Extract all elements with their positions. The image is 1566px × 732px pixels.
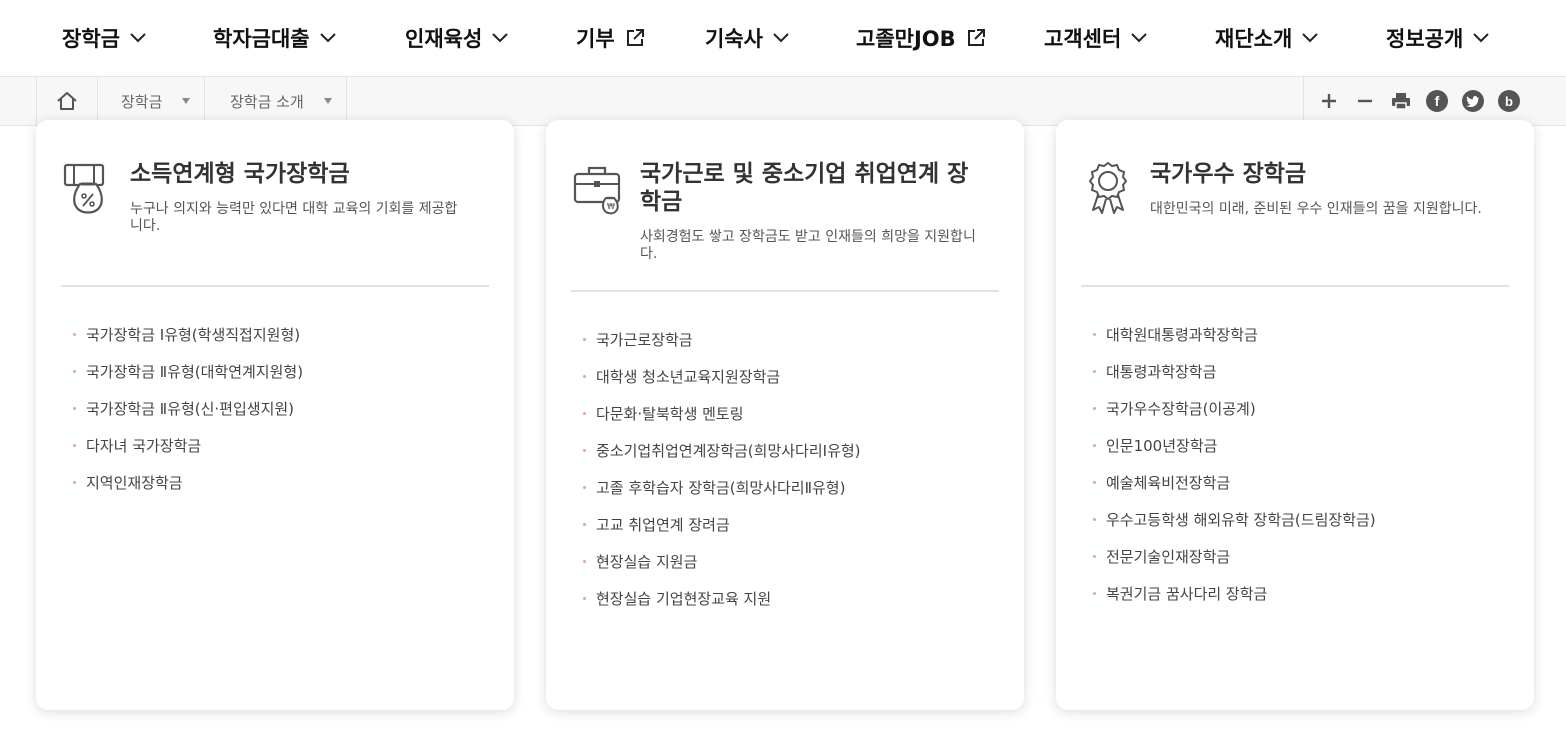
breadcrumb-label: 장학금 xyxy=(121,92,163,111)
caret-down-icon xyxy=(324,98,332,104)
global-nav: 장학금 학자금대출 인재육성 기부 기숙사 고졸만JOB 고객센터 재단소개 정… xyxy=(0,0,1566,76)
nav-foundation-intro[interactable]: 재단소개 xyxy=(1215,22,1318,54)
list-item[interactable]: 현장실습 기업현장교육 지원 xyxy=(582,584,861,621)
nav-label: 기숙사 xyxy=(705,27,763,51)
card-national-excellence-scholarship: 국가우수 장학금 대한민국의 미래, 준비된 우수 인재들의 꿈을 지원합니다.… xyxy=(1056,120,1534,710)
print-button[interactable] xyxy=(1390,90,1412,112)
money-bag-percent-icon xyxy=(62,160,114,216)
twitter-share-button[interactable] xyxy=(1462,90,1484,112)
chevron-down-icon xyxy=(492,33,508,43)
zoom-in-button[interactable] xyxy=(1318,90,1340,112)
nav-scholarship[interactable]: 장학금 xyxy=(62,22,146,54)
external-link-icon xyxy=(967,29,985,46)
breadcrumb-item-scholarship-intro[interactable]: 장학금 소개 xyxy=(205,77,347,125)
zoom-out-icon xyxy=(1358,99,1372,103)
list-item[interactable]: 대학원대통령과학장학금 xyxy=(1092,320,1376,357)
list-item[interactable]: 고교 취업연계 장려금 xyxy=(582,510,861,547)
list-item[interactable]: 중소기업취업연계장학금(희망사다리Ⅰ유형) xyxy=(582,436,861,473)
nav-label: 기부 xyxy=(576,27,615,51)
list-item[interactable]: 대학생 청소년교육지원장학금 xyxy=(582,362,861,399)
nav-donation[interactable]: 기부 xyxy=(576,22,645,54)
list-item[interactable]: 현장실습 지원금 xyxy=(582,547,861,584)
list-item[interactable]: 국가장학금 Ⅰ유형(학생직접지원형) xyxy=(72,320,303,357)
nav-talent-development[interactable]: 인재육성 xyxy=(405,22,508,54)
page-tools: f b xyxy=(1303,77,1566,125)
nav-student-loan[interactable]: 학자금대출 xyxy=(213,22,336,54)
list-item[interactable]: 대통령과학장학금 xyxy=(1092,357,1376,394)
external-link-icon xyxy=(626,29,644,46)
card-title: 국가근로 및 중소기업 취업연계 장학금 xyxy=(640,161,969,215)
list-item[interactable]: 국가근로장학금 xyxy=(582,325,861,362)
nav-customer-center[interactable]: 고객센터 xyxy=(1044,22,1147,54)
twitter-icon xyxy=(1466,96,1479,107)
chevron-down-icon xyxy=(1302,33,1318,43)
list-item[interactable]: 예술체육비전장학금 xyxy=(1092,468,1376,505)
home-icon xyxy=(57,92,77,110)
list-item[interactable]: 지역인재장학금 xyxy=(72,468,303,505)
blog-share-button[interactable]: b xyxy=(1498,90,1520,112)
blog-icon: b xyxy=(1505,93,1513,109)
card-description: 대한민국의 미래, 준비된 우수 인재들의 꿈을 지원합니다. xyxy=(1150,201,1482,217)
list-item[interactable]: 고졸 후학습자 장학금(희망사다리Ⅱ유형) xyxy=(582,473,861,510)
divider xyxy=(1081,285,1509,287)
facebook-share-button[interactable]: f xyxy=(1426,90,1448,112)
list-item[interactable]: 국가장학금 Ⅱ유형(대학연계지원형) xyxy=(72,357,303,394)
card-description: 누구나 의지와 능력만 있다면 대학 교육의 기회를 제공합니다. xyxy=(130,201,458,234)
breadcrumb-label: 장학금 소개 xyxy=(230,92,304,111)
nav-label: 인재육성 xyxy=(405,27,483,51)
briefcase-money-icon: ₩ xyxy=(572,160,624,216)
card-description: 사회경험도 쌓고 장학금도 받고 인재들의 희망을 지원합니다. xyxy=(640,229,976,262)
breadcrumb-bar: 장학금 장학금 소개 f b xyxy=(0,76,1566,126)
list-item[interactable]: 다자녀 국가장학금 xyxy=(72,431,303,468)
svg-text:₩: ₩ xyxy=(607,202,615,211)
zoom-in-icon xyxy=(1322,94,1336,108)
chevron-down-icon xyxy=(130,33,146,43)
chevron-down-icon xyxy=(1473,33,1489,43)
facebook-icon: f xyxy=(1434,93,1440,109)
scholarship-list: 국가장학금 Ⅰ유형(학생직접지원형) 국가장학금 Ⅱ유형(대학연계지원형) 국가… xyxy=(72,320,303,505)
list-item[interactable]: 복권기금 꿈사다리 장학금 xyxy=(1092,579,1376,616)
list-item[interactable]: 전문기술인재장학금 xyxy=(1092,542,1376,579)
caret-down-icon xyxy=(182,98,190,104)
home-button[interactable] xyxy=(36,77,98,125)
card-title: 소득연계형 국가장학금 xyxy=(130,161,350,187)
card-income-linked-scholarship: 소득연계형 국가장학금 누구나 의지와 능력만 있다면 대학 교육의 기회를 제… xyxy=(36,120,514,710)
divider xyxy=(61,285,489,287)
list-item[interactable]: 국가우수장학금(이공계) xyxy=(1092,394,1376,431)
scholarship-list: 국가근로장학금 대학생 청소년교육지원장학금 다문화·탈북학생 멘토링 중소기업… xyxy=(582,325,861,621)
nav-label: 장학금 xyxy=(62,27,120,51)
nav-label: 학자금대출 xyxy=(213,27,310,51)
award-medal-icon xyxy=(1082,160,1134,216)
card-work-study-scholarship: ₩ 국가근로 및 중소기업 취업연계 장학금 사회경험도 쌓고 장학금도 받고 … xyxy=(546,120,1024,710)
chevron-down-icon xyxy=(773,33,789,43)
print-icon xyxy=(1392,93,1410,110)
chevron-down-icon xyxy=(1131,33,1147,43)
nav-information-disclosure[interactable]: 정보공개 xyxy=(1386,22,1489,54)
list-item[interactable]: 국가장학금 Ⅱ유형(신·편입생지원) xyxy=(72,394,303,431)
list-item[interactable]: 인문100년장학금 xyxy=(1092,431,1376,468)
nav-dormitory[interactable]: 기숙사 xyxy=(705,22,789,54)
chevron-down-icon xyxy=(319,33,336,43)
nav-high-school-job[interactable]: 고졸만JOB xyxy=(856,22,986,54)
breadcrumb-item-scholarship[interactable]: 장학금 xyxy=(96,77,205,125)
nav-label: 고졸만JOB xyxy=(856,27,956,51)
nav-label: 고객센터 xyxy=(1044,27,1122,51)
scholarship-list: 대학원대통령과학장학금 대통령과학장학금 국가우수장학금(이공계) 인문100년… xyxy=(1092,320,1376,616)
nav-label: 정보공개 xyxy=(1386,27,1464,51)
nav-label: 재단소개 xyxy=(1215,27,1293,51)
list-item[interactable]: 다문화·탈북학생 멘토링 xyxy=(582,399,861,436)
divider xyxy=(571,290,999,292)
list-item[interactable]: 우수고등학생 해외유학 장학금(드림장학금) xyxy=(1092,505,1376,542)
zoom-out-button[interactable] xyxy=(1354,90,1376,112)
card-title: 국가우수 장학금 xyxy=(1150,161,1307,187)
